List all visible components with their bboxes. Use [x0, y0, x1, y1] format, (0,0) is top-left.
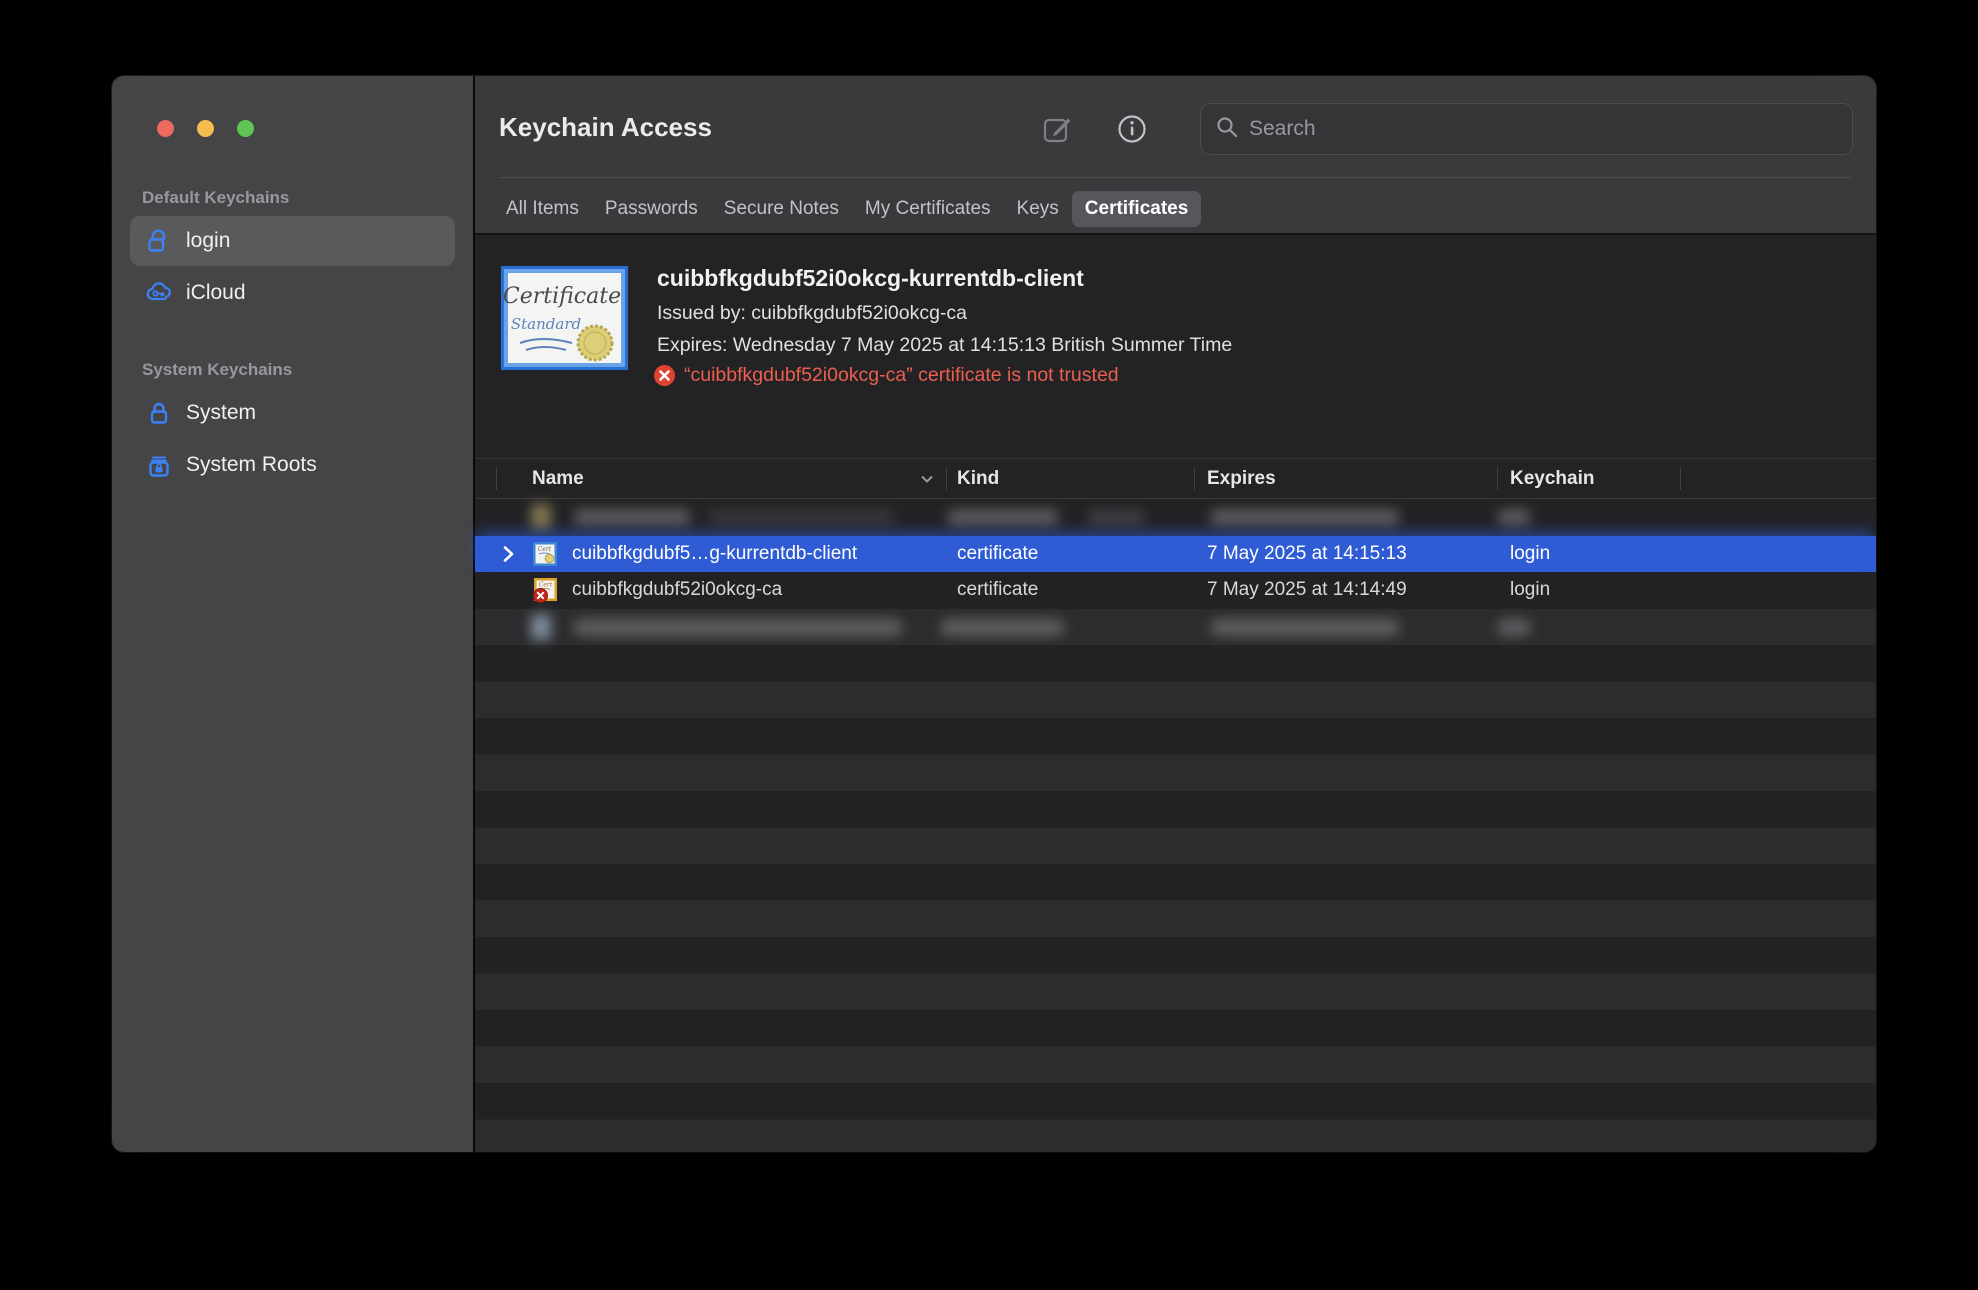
- cell-kind: certificate: [957, 579, 1039, 600]
- sidebar-item-login[interactable]: login: [130, 216, 455, 266]
- cell-expires: 7 May 2025 at 14:14:49: [1207, 579, 1407, 600]
- table-row-selected[interactable]: Cert cuibbfkgdubf5…g-kurrentdb-client ce…: [475, 535, 1876, 572]
- certificate-icon: Cert: [531, 540, 559, 568]
- certificate-image: Certificate Standard: [500, 265, 629, 376]
- trust-warning: “cuibbfkgdubf52i0okcg-ca” certificate is…: [653, 364, 1119, 387]
- sidebar-sections: Default Keychains login iCloud System Ke…: [112, 188, 473, 492]
- table-row-redacted[interactable]: [475, 608, 1876, 645]
- error-icon: [654, 365, 675, 386]
- sidebar-item-label: login: [186, 229, 231, 252]
- locked-padlock-icon: [144, 398, 174, 428]
- tab-passwords[interactable]: Passwords: [592, 191, 711, 227]
- traffic-lights: [157, 120, 254, 137]
- search-input[interactable]: Search: [1200, 103, 1853, 155]
- svg-text:Cert: Cert: [538, 546, 552, 553]
- unlocked-padlock-icon: [144, 226, 174, 256]
- sidebar-item-icloud[interactable]: iCloud: [130, 268, 455, 318]
- certificate-untrusted-icon: Cert: [531, 576, 559, 604]
- keychain-access-window: Default Keychains login iCloud System Ke…: [112, 76, 1876, 1152]
- search-icon: [1215, 115, 1239, 144]
- icloud-key-icon: [144, 278, 174, 308]
- column-divider[interactable]: [946, 467, 947, 490]
- sort-chevron-icon: [919, 472, 935, 491]
- tab-bar: All Items Passwords Secure Notes My Cert…: [493, 190, 1202, 228]
- tab-keys[interactable]: Keys: [1004, 191, 1072, 227]
- lockbox-icon: [144, 450, 174, 480]
- tab-all-items[interactable]: All Items: [493, 191, 592, 227]
- minimize-button[interactable]: [197, 120, 214, 137]
- sidebar: Default Keychains login iCloud System Ke…: [112, 76, 475, 1152]
- close-button[interactable]: [157, 120, 174, 137]
- column-header-keychain[interactable]: Keychain: [1510, 459, 1594, 498]
- tab-secure-notes[interactable]: Secure Notes: [711, 191, 852, 227]
- certificate-name: cuibbfkgdubf52i0okcg-kurrentdb-client: [657, 265, 1084, 291]
- table-header: Name Kind Expires Keychain: [475, 458, 1876, 499]
- disclosure-chevron-icon[interactable]: [501, 544, 515, 570]
- page-title: Keychain Access: [499, 112, 712, 142]
- tab-my-certificates[interactable]: My Certificates: [852, 191, 1004, 227]
- sidebar-item-label: System Roots: [186, 453, 317, 476]
- table-row-ca[interactable]: Cert cuibbfkgdubf52i0okcg-ca certificate…: [475, 572, 1876, 609]
- cell-expires: 7 May 2025 at 14:15:13: [1207, 542, 1407, 564]
- certificate-issued-by: Issued by: cuibbfkgdubf52i0okcg-ca: [657, 302, 968, 324]
- content-area: Keychain Access Search All Items Passwor…: [475, 76, 1876, 1152]
- column-divider[interactable]: [1497, 467, 1498, 490]
- column-header-expires[interactable]: Expires: [1207, 459, 1276, 498]
- section-header-system-keychains: System Keychains: [142, 360, 293, 379]
- section-header-default-keychains: Default Keychains: [142, 188, 290, 207]
- cert-badge-subtitle: Standard: [511, 315, 581, 333]
- column-divider[interactable]: [496, 467, 497, 490]
- cell-name: cuibbfkgdubf5…g-kurrentdb-client: [572, 542, 858, 564]
- svg-text:Cert: Cert: [539, 582, 553, 589]
- cell-name: cuibbfkgdubf52i0okcg-ca: [572, 579, 783, 600]
- cell-keychain: login: [1510, 542, 1551, 564]
- search-placeholder: Search: [1249, 117, 1316, 140]
- toolbar-divider: [499, 177, 1852, 178]
- sidebar-item-label: iCloud: [186, 281, 246, 304]
- certificate-detail-pane: Certificate Standard cuibbfkgdubf52i0okc…: [475, 235, 1876, 458]
- table-row-redacted[interactable]: [475, 499, 1876, 536]
- table-empty-stripes: [475, 645, 1876, 1152]
- sidebar-item-label: System: [186, 401, 257, 424]
- column-header-name[interactable]: Name: [532, 459, 584, 498]
- sidebar-item-system-roots[interactable]: System Roots: [130, 440, 455, 490]
- toolbar: Keychain Access Search All Items Passwor…: [475, 76, 1876, 235]
- trust-warning-text: “cuibbfkgdubf52i0okcg-ca” certificate is…: [684, 364, 1119, 386]
- sidebar-item-system[interactable]: System: [130, 388, 455, 438]
- compose-icon[interactable]: [1041, 112, 1075, 146]
- cell-keychain: login: [1510, 579, 1551, 600]
- zoom-button[interactable]: [237, 120, 254, 137]
- column-header-kind[interactable]: Kind: [957, 459, 999, 498]
- cell-kind: certificate: [957, 542, 1039, 564]
- column-divider[interactable]: [1194, 467, 1195, 490]
- column-divider[interactable]: [1680, 467, 1681, 490]
- info-icon[interactable]: [1115, 112, 1149, 146]
- tab-certificates[interactable]: Certificates: [1071, 191, 1202, 227]
- cert-badge-title: Certificate: [503, 284, 621, 309]
- certificate-expires: Expires: Wednesday 7 May 2025 at 14:15:1…: [657, 334, 1233, 356]
